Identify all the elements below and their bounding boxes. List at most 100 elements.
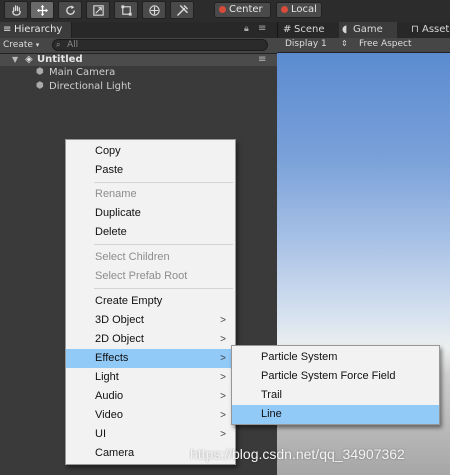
pivot-icon (219, 6, 226, 13)
list-icon: ≡ (3, 24, 12, 35)
pacman-icon: ◖ (342, 24, 348, 35)
menu-item-label: 2D Object (95, 333, 144, 345)
rect-icon (120, 4, 132, 16)
hierarchy-search-input[interactable]: ⌕ All (52, 39, 268, 51)
menu-item-3d-object[interactable]: 3D Object > (66, 311, 235, 330)
menu-item-label: Line (261, 408, 282, 420)
scene-row[interactable]: ▼ ◈ Untitled ≡ (0, 54, 277, 66)
asset-tab-label: Asset (422, 24, 450, 35)
chevron-right-icon: > (220, 353, 226, 364)
lock-icon[interactable]: 🔒︎ (244, 24, 249, 34)
list-item[interactable]: ⬢ Directional Light (0, 81, 277, 94)
watermark-text: https://blog.csdn.net/qq_34907362 (190, 446, 405, 462)
pivot-toggle[interactable]: Center (214, 2, 271, 18)
item-label: Main Camera (49, 67, 116, 78)
menu-item-label: Particle System Force Field (261, 370, 396, 382)
item-label: Directional Light (49, 81, 132, 92)
chevron-right-icon: > (220, 429, 226, 440)
menu-item-trail[interactable]: Trail (232, 386, 439, 405)
tab-asset-store[interactable]: ⊓ Asset (408, 22, 450, 38)
menu-item-label: Video (95, 409, 123, 421)
custom-tool-button[interactable] (170, 1, 194, 19)
menu-item-audio[interactable]: Audio > (66, 387, 235, 406)
scene-menu-icon[interactable]: ≡ (258, 54, 266, 65)
unity-scene-icon: ◈ (25, 54, 33, 65)
rotate-tool-button[interactable] (58, 1, 82, 19)
menu-separator (94, 288, 233, 289)
menu-item-create-empty[interactable]: Create Empty (66, 292, 235, 311)
chevron-right-icon: > (220, 410, 226, 421)
create-dropdown[interactable]: Create ▾ (3, 39, 39, 52)
menu-item-label: UI (95, 428, 106, 440)
menu-separator (94, 182, 233, 183)
menu-item-label: Select Prefab Root (95, 270, 188, 282)
aspect-dropdown[interactable]: Free Aspect (359, 39, 412, 49)
menu-item-effects[interactable]: Effects > (66, 349, 235, 368)
menu-separator (94, 244, 233, 245)
menu-item-label: Camera (95, 447, 135, 459)
menu-item-select-prefab-root: Select Prefab Root (66, 267, 235, 286)
menu-item-label: Particle System (261, 351, 338, 363)
panel-menu-icon[interactable]: ≡ (258, 23, 266, 34)
display-label: Display 1 (285, 39, 327, 49)
menu-item-particle-system-force-field[interactable]: Particle System Force Field (232, 367, 439, 386)
local-space-icon (281, 6, 288, 13)
dropdown-arrow-icon: ▾ (35, 41, 40, 49)
menu-item-copy[interactable]: Copy (66, 142, 235, 161)
game-tab-label: Game (353, 24, 383, 35)
menu-item-video[interactable]: Video > (66, 406, 235, 425)
menu-item-label: Rename (95, 188, 137, 200)
transform-icon (148, 4, 160, 16)
menu-item-rename: Rename (66, 185, 235, 204)
aspect-label: Free Aspect (359, 39, 412, 49)
tab-scene[interactable]: # Scene (280, 22, 338, 38)
chevron-right-icon: > (220, 391, 226, 402)
search-placeholder: All (67, 40, 79, 50)
menu-item-label: Light (95, 371, 119, 383)
menu-item-ui[interactable]: UI > (66, 425, 235, 444)
menu-item-delete[interactable]: Delete (66, 223, 235, 242)
menu-item-label: Delete (95, 226, 127, 238)
menu-item-label: Select Children (95, 251, 170, 263)
menu-item-line[interactable]: Line (232, 405, 439, 424)
list-item[interactable]: ⬢ Main Camera (0, 67, 277, 80)
chevron-right-icon: > (220, 372, 226, 383)
scene-name: Untitled (37, 54, 83, 65)
menu-item-label: Effects (95, 352, 129, 364)
chevron-right-icon: > (220, 334, 226, 345)
tab-game[interactable]: ◖ Game (339, 22, 397, 38)
tools-icon (176, 4, 188, 16)
grid-icon: # (283, 24, 292, 35)
menu-item-label: 3D Object (95, 314, 144, 326)
menu-item-2d-object[interactable]: 2D Object > (66, 330, 235, 349)
expand-arrow-icon[interactable]: ▼ (12, 55, 18, 64)
space-toggle[interactable]: Local (276, 2, 322, 18)
scale-tool-button[interactable] (86, 1, 110, 19)
chevron-right-icon: > (220, 315, 226, 326)
tab-hierarchy[interactable]: ≡ Hierarchy (0, 22, 72, 38)
menu-item-label: Copy (95, 145, 121, 157)
menu-item-label: Create Empty (95, 295, 163, 307)
menu-item-light[interactable]: Light > (66, 368, 235, 387)
hand-icon (11, 4, 21, 16)
updown-arrow-icon: ⇕ (341, 39, 348, 48)
menu-item-paste[interactable]: Paste (66, 161, 235, 180)
gameobject-cube-icon: ⬢ (36, 81, 44, 91)
menu-item-label: Audio (95, 390, 124, 402)
transform-tool-button[interactable] (142, 1, 166, 19)
display-dropdown[interactable]: Display 1 (285, 39, 327, 49)
scene-tab-label: Scene (294, 24, 325, 35)
bag-icon: ⊓ (411, 24, 419, 35)
hand-tool-button[interactable] (4, 1, 28, 19)
hierarchy-tab-label: Hierarchy (14, 24, 63, 35)
context-menu: Copy Paste Rename Duplicate Delete Selec… (65, 139, 236, 465)
rect-tool-button[interactable] (114, 1, 138, 19)
search-icon: ⌕ (56, 40, 61, 49)
effects-submenu: Particle System Particle System Force Fi… (231, 345, 440, 425)
menu-item-select-children: Select Children (66, 248, 235, 267)
move-tool-button[interactable] (30, 1, 54, 19)
main-toolbar: Center Local (0, 0, 450, 23)
menu-item-particle-system[interactable]: Particle System (232, 348, 439, 367)
menu-item-duplicate[interactable]: Duplicate (66, 204, 235, 223)
menu-item-label: Duplicate (95, 207, 141, 219)
